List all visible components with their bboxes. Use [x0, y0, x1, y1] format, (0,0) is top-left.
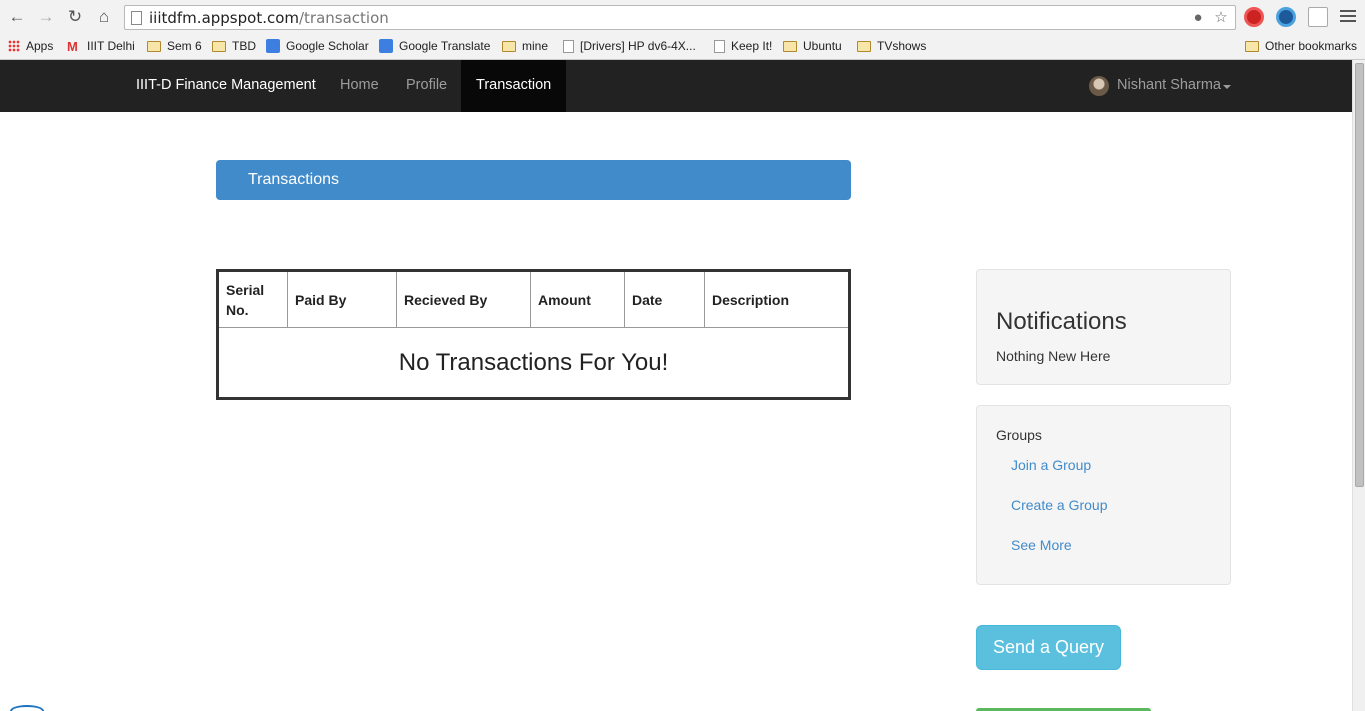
bookmark-label: Google Translate	[399, 39, 491, 53]
folder-icon	[502, 40, 516, 52]
page-icon	[131, 11, 142, 25]
col-date: Date	[624, 270, 705, 328]
bookmark-tvshows[interactable]: TVshows	[857, 37, 926, 55]
bookmarks-bar: Apps M IIIT Delhi Sem 6 TBD Google Schola…	[0, 34, 1365, 56]
translate-icon	[379, 39, 393, 53]
browser-toolbar: ← → ↻ ⌂ iiitdfm.appspot.com/transaction …	[0, 0, 1365, 34]
forward-icon[interactable]: →	[35, 6, 57, 28]
user-menu[interactable]: Nishant Sharma	[1117, 77, 1221, 93]
empty-message: No Transactions For You!	[217, 327, 850, 399]
bookmark-drivers[interactable]: [Drivers] HP dv6-4X...	[563, 37, 696, 55]
back-icon[interactable]: ←	[6, 6, 28, 28]
address-bar[interactable]: iiitdfm.appspot.com/transaction ● ☆	[124, 5, 1236, 30]
folder-icon	[147, 40, 161, 52]
bookmark-label: Sem 6	[167, 39, 202, 53]
brand-link[interactable]: IIIT-D Finance Management	[136, 77, 316, 93]
folder-icon	[783, 40, 797, 52]
extension-stop-icon[interactable]	[1244, 7, 1264, 27]
extension-download-icon[interactable]	[1308, 7, 1328, 27]
col-recieved-by: Recieved By	[396, 270, 531, 328]
page-icon	[563, 39, 574, 53]
browser-chrome: ← → ↻ ⌂ iiitdfm.appspot.com/transaction …	[0, 0, 1365, 60]
reload-icon[interactable]: ↻	[64, 6, 86, 28]
apps-icon	[8, 40, 20, 52]
help-widget-icon[interactable]	[10, 705, 44, 711]
col-amount: Amount	[530, 270, 625, 328]
bookmark-label: Apps	[26, 39, 54, 53]
browser-menu-icon[interactable]	[1340, 8, 1356, 24]
folder-icon	[212, 40, 226, 52]
page-title: Transactions	[248, 171, 339, 188]
url-text: iiitdfm.appspot.com/transaction	[149, 9, 389, 27]
bookmark-mine[interactable]: mine	[502, 37, 548, 55]
bookmark-ubuntu[interactable]: Ubuntu	[783, 37, 842, 55]
page-title-bar: Transactions	[216, 160, 851, 200]
col-serial-no: Serial No.	[217, 270, 288, 328]
bookmark-google-scholar[interactable]: Google Scholar	[266, 37, 369, 55]
col-description: Description	[704, 270, 850, 328]
nav-transaction[interactable]: Transaction	[461, 60, 566, 112]
nav-transaction-label: Transaction	[476, 77, 552, 93]
bookmark-label: IIIT Delhi	[87, 39, 135, 53]
notifications-panel: Notifications Nothing New Here	[976, 269, 1231, 385]
see-more-link[interactable]: See More	[1011, 537, 1072, 553]
bookmark-label: Other bookmarks	[1265, 39, 1358, 53]
bookmark-apps[interactable]: Apps	[8, 37, 53, 55]
scrollbar-thumb[interactable]	[1355, 63, 1364, 487]
bookmark-sem6[interactable]: Sem 6	[147, 37, 202, 55]
table-header-row: Serial No. Paid By Recieved By Amount Da…	[217, 270, 850, 328]
app-navbar: IIIT-D Finance Management Home Profile T…	[0, 60, 1352, 112]
folder-icon	[1245, 40, 1259, 52]
transactions-table: Serial No. Paid By Recieved By Amount Da…	[216, 269, 851, 400]
page-scrollbar[interactable]	[1352, 60, 1365, 711]
bookmark-label: Ubuntu	[803, 39, 842, 53]
bookmark-label: mine	[522, 39, 549, 53]
groups-panel: Groups Join a Group Create a Group See M…	[976, 405, 1231, 585]
star-icon[interactable]: ☆	[1212, 9, 1230, 27]
nav-profile[interactable]: Profile	[406, 77, 447, 93]
url-path: /transaction	[299, 9, 389, 27]
notifications-text: Nothing New Here	[996, 348, 1111, 364]
send-query-button[interactable]: Send a Query	[976, 625, 1121, 670]
create-group-link[interactable]: Create a Group	[1011, 497, 1108, 513]
join-group-link[interactable]: Join a Group	[1011, 457, 1091, 473]
col-paid-by: Paid By	[287, 270, 397, 328]
bookmark-other[interactable]: Other bookmarks	[1245, 37, 1357, 55]
bookmark-label: TBD	[232, 39, 256, 53]
url-host: iiitdfm.appspot.com	[149, 9, 299, 27]
table-row: No Transactions For You!	[217, 327, 850, 399]
extension-eye-icon[interactable]	[1276, 7, 1296, 27]
bookmark-google-translate[interactable]: Google Translate	[379, 37, 490, 55]
bookmark-label: TVshows	[877, 39, 927, 53]
nav-home[interactable]: Home	[340, 77, 379, 93]
avatar[interactable]	[1089, 76, 1109, 96]
caret-down-icon[interactable]	[1223, 85, 1231, 89]
bookmark-label: Google Scholar	[286, 39, 369, 53]
notifications-title: Notifications	[996, 308, 1127, 335]
groups-title: Groups	[996, 427, 1042, 443]
bookmark-iiit-delhi[interactable]: M IIIT Delhi	[67, 37, 135, 55]
bookmark-label: [Drivers] HP dv6-4X...	[580, 39, 696, 53]
bookmark-keep-it[interactable]: Keep It!	[714, 37, 772, 55]
scholar-icon	[266, 39, 280, 53]
bookmark-tbd[interactable]: TBD	[212, 37, 256, 55]
bookmark-label: Keep It!	[731, 39, 773, 53]
lightbulb-icon[interactable]: ●	[1189, 9, 1207, 27]
folder-icon	[857, 40, 871, 52]
page-icon	[714, 39, 725, 53]
home-icon[interactable]: ⌂	[93, 6, 115, 28]
gmail-icon: M	[67, 38, 78, 54]
